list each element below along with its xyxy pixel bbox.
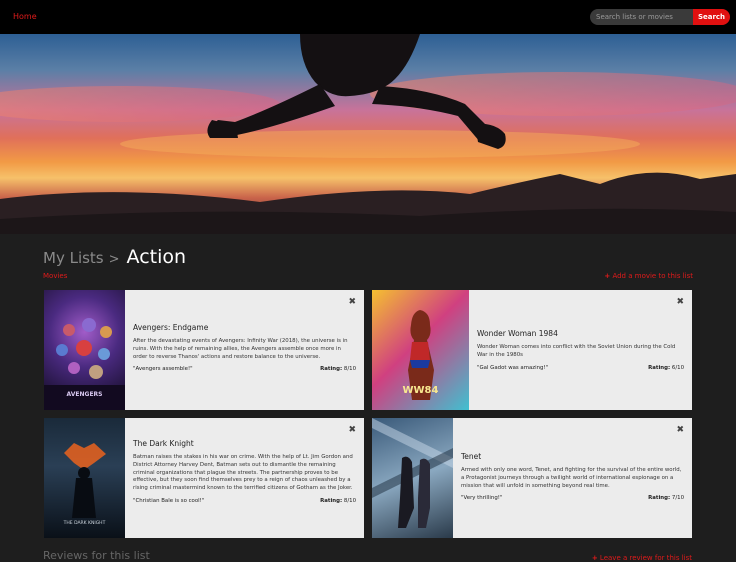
breadcrumb: My Lists > Action xyxy=(43,246,186,268)
movie-poster-tenet xyxy=(372,418,453,538)
top-navbar: Home Search xyxy=(0,0,736,34)
add-movie-label: Add a movie to this list xyxy=(612,272,693,280)
close-icon[interactable]: ✖ xyxy=(348,425,356,435)
search-input[interactable] xyxy=(590,9,693,25)
dark-knight-poster-art xyxy=(64,443,106,518)
jumping-silhouette-illustration xyxy=(0,34,736,234)
movie-title: Tenet xyxy=(461,452,482,461)
add-movie-link[interactable]: + Add a movie to this list xyxy=(604,272,693,280)
poster-title-text: AVENGERS xyxy=(66,391,103,398)
movie-review: "Gal Gadot was amazing!" xyxy=(477,364,549,371)
section-label-movies: Movies xyxy=(43,272,68,280)
home-link[interactable]: Home xyxy=(13,12,37,21)
movie-rating: Rating: 8/10 xyxy=(320,366,356,373)
poster-title-text: THE DARK KNIGHT xyxy=(63,521,106,526)
movie-title: Avengers: Endgame xyxy=(133,323,209,332)
movie-poster-avengers: AVENGERS xyxy=(44,290,125,410)
movie-card: THE DARK KNIGHT ✖ The Dark Knight Batman… xyxy=(44,418,364,538)
breadcrumb-separator: > xyxy=(108,252,120,267)
movie-description: After the devastating events of Avengers… xyxy=(133,338,348,360)
close-icon[interactable]: ✖ xyxy=(348,297,356,307)
movie-card-body: ✖ The Dark Knight Batman raises the stak… xyxy=(125,418,364,538)
movie-card: WW84 ✖ Wonder Woman 1984 Wonder Woman co… xyxy=(372,290,692,410)
search-button[interactable]: Search xyxy=(693,9,730,25)
search-bar: Search xyxy=(590,9,730,25)
movie-footer: "Christian Bale is so cool!" Rating: 8/1… xyxy=(133,498,356,504)
movie-description: Wonder Woman comes into conflict with th… xyxy=(477,344,676,358)
poster-title-text: WW84 xyxy=(402,385,439,396)
breadcrumb-my-lists[interactable]: My Lists xyxy=(43,249,104,267)
movie-description: Batman raises the stakes in his war on c… xyxy=(133,454,353,492)
movie-footer: "Avengers assemble!" Rating: 8/10 xyxy=(133,366,356,372)
movie-footer: "Very thrilling!" Rating: 7/10 xyxy=(461,495,684,501)
movie-rating: Rating: 8/10 xyxy=(320,497,356,504)
movie-poster-the-dark-knight: THE DARK KNIGHT xyxy=(44,418,125,538)
page-title: Action xyxy=(126,246,187,268)
movie-card: ✖ Tenet Armed with only one word, Tenet,… xyxy=(372,418,692,538)
hero-banner-image xyxy=(0,34,736,234)
movie-card: AVENGERS ✖ Avengers: Endgame After the d… xyxy=(44,290,364,410)
leave-review-link[interactable]: + Leave a review for this list xyxy=(592,554,692,562)
reviews-section-title: Reviews for this list xyxy=(43,549,150,562)
leave-review-label: Leave a review for this list xyxy=(599,554,692,562)
movie-rating: Rating: 7/10 xyxy=(648,495,684,502)
movie-description: Armed with only one word, Tenet, and fig… xyxy=(461,467,682,489)
close-icon[interactable]: ✖ xyxy=(676,297,684,307)
movie-review: "Christian Bale is so cool!" xyxy=(133,497,205,504)
movie-review: "Avengers assemble!" xyxy=(133,366,193,373)
movie-title: The Dark Knight xyxy=(133,439,194,448)
tenet-poster-art xyxy=(372,418,453,528)
movie-card-body: ✖ Avengers: Endgame After the devastatin… xyxy=(125,290,364,410)
movie-footer: "Gal Gadot was amazing!" Rating: 6/10 xyxy=(477,365,684,371)
close-icon[interactable]: ✖ xyxy=(676,425,684,435)
movie-review: "Very thrilling!" xyxy=(461,495,503,502)
movie-poster-wonder-woman-1984: WW84 xyxy=(372,290,469,410)
plus-icon: + xyxy=(591,554,598,562)
movie-card-body: ✖ Tenet Armed with only one word, Tenet,… xyxy=(453,418,692,538)
movie-card-body: ✖ Wonder Woman 1984 Wonder Woman comes i… xyxy=(469,290,692,410)
movie-rating: Rating: 6/10 xyxy=(648,364,684,371)
plus-icon: + xyxy=(604,272,611,280)
movie-title: Wonder Woman 1984 xyxy=(477,329,558,338)
